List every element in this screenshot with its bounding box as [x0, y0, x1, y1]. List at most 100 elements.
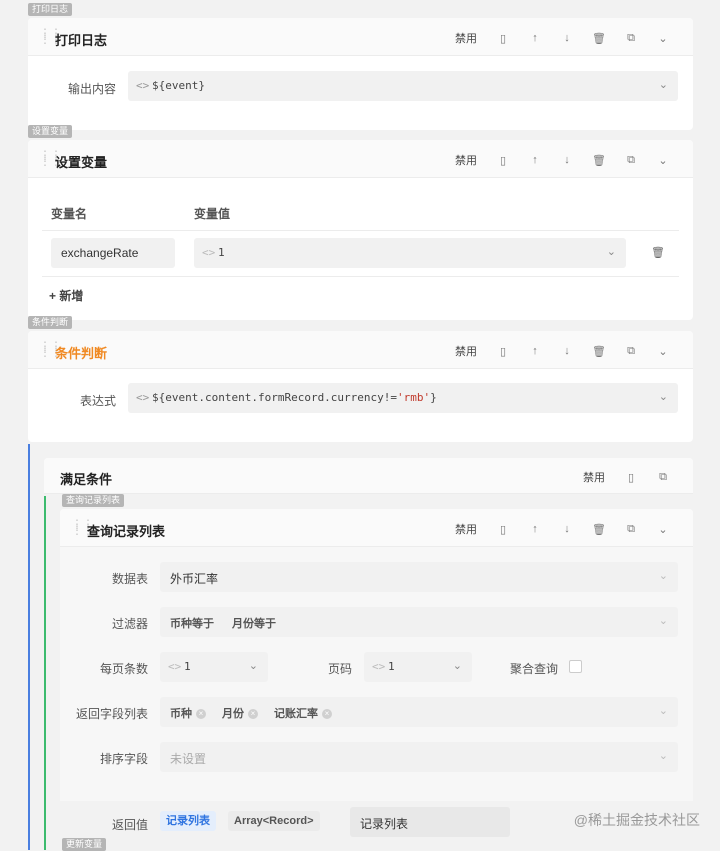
branch-inner-line: [44, 496, 46, 850]
chevron-down-icon[interactable]: ⌄: [607, 245, 616, 258]
chevron-down-icon[interactable]: ⌄: [659, 749, 668, 762]
trash-icon[interactable]: 🗑: [583, 32, 615, 45]
code-icon: <>: [168, 660, 182, 673]
card-title: 查询记录列表: [87, 524, 166, 539]
code-icon: <>: [136, 79, 150, 92]
disable-button[interactable]: 禁用: [455, 30, 477, 46]
output-value: ${event}: [152, 79, 205, 92]
branch-line: [28, 444, 30, 850]
close-icon[interactable]: ×: [196, 709, 206, 720]
chevron-down-icon[interactable]: ⌄: [659, 704, 668, 717]
card-title: 打印日志: [55, 33, 108, 48]
var-name-input[interactable]: exchangeRate: [51, 238, 175, 268]
card-actions: 禁用 ▯ ↑ ↓ 🗑 ⧉ ⌄: [455, 521, 679, 537]
page-field[interactable]: <> 1 ⌄: [364, 652, 472, 682]
close-icon[interactable]: ×: [322, 709, 332, 720]
chevron-down-icon[interactable]: ⌄: [249, 659, 258, 672]
copy-icon[interactable]: ⧉: [615, 32, 647, 45]
var-value-field[interactable]: <> 1 ⌄: [194, 238, 626, 268]
arrow-down-icon[interactable]: ↓: [551, 523, 583, 535]
arrow-up-icon[interactable]: ↑: [519, 345, 551, 357]
card-header: ⋮⋮ ⋮⋮ 设置变量 禁用 ▯ ↑ ↓ 🗑 ⧉ ⌄: [28, 140, 693, 178]
field-chip[interactable]: 币种 ×: [170, 705, 206, 721]
chevron-down-icon[interactable]: ⌄: [647, 32, 679, 45]
expression-value: ${event.content.formRecord.currency!='rm…: [152, 391, 437, 404]
return-name-input[interactable]: 记录列表: [350, 807, 510, 837]
page-size-value: 1: [184, 660, 191, 673]
chevron-down-icon[interactable]: ⌄: [659, 614, 668, 627]
arrow-down-icon[interactable]: ↓: [551, 32, 583, 44]
return-label: 返回值: [111, 818, 148, 832]
code-icon: <>: [372, 660, 386, 673]
comment-icon[interactable]: ▯: [615, 471, 647, 484]
copy-icon[interactable]: ⧉: [615, 345, 647, 358]
chevron-down-icon[interactable]: ⌄: [647, 345, 679, 358]
sort-placeholder: 未设置: [170, 752, 207, 766]
disable-button[interactable]: 禁用: [455, 343, 477, 359]
arrow-down-icon[interactable]: ↓: [551, 154, 583, 166]
arrow-up-icon[interactable]: ↑: [519, 523, 551, 535]
field-chip[interactable]: 记账汇率 ×: [274, 705, 332, 721]
drag-handle-icon[interactable]: ⋮⋮ ⋮⋮: [39, 27, 62, 45]
trash-icon[interactable]: 🗑: [651, 246, 665, 259]
copy-icon[interactable]: ⧉: [615, 523, 647, 536]
drag-handle-icon[interactable]: ⋮⋮ ⋮⋮: [39, 149, 62, 167]
column-header-var-name: 变量名: [51, 207, 88, 221]
divider: [42, 276, 679, 277]
card-header: ⋮⋮ ⋮⋮ 查询记录列表 禁用 ▯ ↑ ↓ 🗑 ⧉ ⌄: [60, 509, 693, 547]
block-tag-condition: 条件判断: [28, 316, 73, 329]
drag-handle-icon[interactable]: ⋮⋮ ⋮⋮: [39, 340, 62, 358]
disable-button[interactable]: 禁用: [583, 469, 605, 485]
var-name-value: exchangeRate: [61, 246, 139, 260]
copy-icon[interactable]: ⧉: [615, 154, 647, 167]
trash-icon[interactable]: 🗑: [583, 154, 615, 167]
aggregate-checkbox[interactable]: [569, 660, 582, 673]
divider: [42, 230, 679, 231]
add-variable-button[interactable]: + 新增: [49, 287, 83, 304]
chevron-down-icon[interactable]: ⌄: [659, 390, 668, 403]
comment-icon[interactable]: ▯: [487, 32, 519, 45]
close-icon[interactable]: ×: [248, 709, 258, 720]
filter-field[interactable]: 币种等于 月份等于 ⌄: [160, 607, 678, 637]
chevron-down-icon[interactable]: ⌄: [647, 154, 679, 167]
expression-field[interactable]: <> ${event.content.formRecord.currency!=…: [128, 383, 678, 413]
comment-icon[interactable]: ▯: [487, 345, 519, 358]
chevron-down-icon[interactable]: ⌄: [659, 78, 668, 91]
disable-button[interactable]: 禁用: [455, 152, 477, 168]
card-actions: 禁用 ▯ ↑ ↓ 🗑 ⧉ ⌄: [455, 152, 679, 168]
code-icon: <>: [136, 391, 150, 404]
output-field[interactable]: <> ${event} ⌄: [128, 71, 678, 101]
card-title: 条件判断: [55, 346, 108, 361]
return-badge: 记录列表: [160, 811, 216, 831]
chevron-down-icon[interactable]: ⌄: [659, 569, 668, 582]
comment-icon[interactable]: ▯: [487, 154, 519, 167]
fields-field[interactable]: 币种 × 月份 × 记账汇率 × ⌄: [160, 697, 678, 727]
card-actions: 禁用 ▯ ↑ ↓ 🗑 ⧉ ⌄: [455, 343, 679, 359]
filter-chip[interactable]: 月份等于: [232, 615, 276, 631]
arrow-down-icon[interactable]: ↓: [551, 345, 583, 357]
chevron-down-icon[interactable]: ⌄: [453, 659, 462, 672]
page-value: 1: [388, 660, 395, 673]
table-select[interactable]: 外币汇率 ⌄: [160, 562, 678, 592]
watermark: @稀土掘金技术社区: [573, 812, 700, 828]
page-size-field[interactable]: <> 1 ⌄: [160, 652, 268, 682]
block-tag-query-list: 查询记录列表: [62, 494, 125, 507]
arrow-up-icon[interactable]: ↑: [519, 154, 551, 166]
trash-icon[interactable]: 🗑: [583, 523, 615, 536]
block-tag-set-variable: 设置变量: [28, 125, 73, 138]
arrow-up-icon[interactable]: ↑: [519, 32, 551, 44]
disable-button[interactable]: 禁用: [455, 521, 477, 537]
table-value: 外币汇率: [170, 572, 219, 586]
trash-icon[interactable]: 🗑: [583, 345, 615, 358]
return-type-badge: Array<Record>: [228, 811, 320, 831]
comment-icon[interactable]: ▯: [487, 523, 519, 536]
drag-handle-icon[interactable]: ⋮⋮ ⋮⋮: [71, 518, 94, 536]
copy-icon[interactable]: ⧉: [647, 471, 679, 484]
sort-select[interactable]: 未设置 ⌄: [160, 742, 678, 772]
field-chip[interactable]: 月份 ×: [222, 705, 258, 721]
card-title: 设置变量: [55, 155, 108, 170]
chevron-down-icon[interactable]: ⌄: [647, 523, 679, 536]
filter-label: 过滤器: [111, 617, 148, 631]
card-header: 满足条件 禁用 ▯ ⧉: [44, 458, 693, 494]
filter-chip[interactable]: 币种等于: [170, 615, 214, 631]
